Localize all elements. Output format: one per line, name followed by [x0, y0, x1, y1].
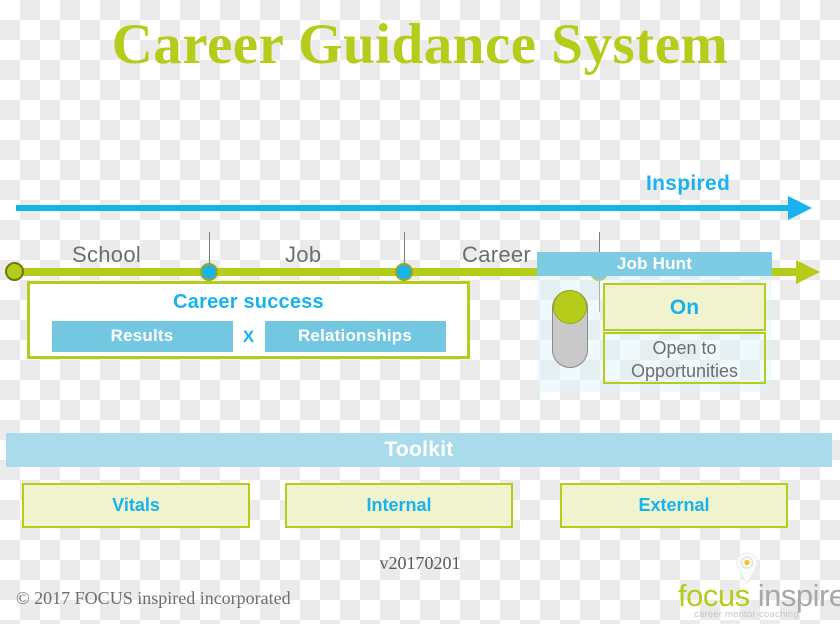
toolkit-box-external[interactable]: External: [560, 483, 788, 528]
timeline-label-job: Job: [285, 242, 322, 267]
job-hunt-panel: Job Hunt On Open to Opportunities: [537, 252, 772, 392]
toolkit-header: Toolkit: [6, 433, 832, 467]
slide-canvas: Career Guidance System School Job Career…: [0, 0, 840, 624]
inspired-axis: [16, 205, 794, 211]
career-success-formula: Results X Relationships: [30, 321, 467, 352]
toolkit-box-vitals[interactable]: Vitals: [22, 483, 250, 528]
toggle-knob[interactable]: [553, 290, 587, 324]
results-chip[interactable]: Results: [51, 321, 233, 352]
logo-word-focus: focus: [678, 578, 750, 613]
job-hunt-status-box[interactable]: Open to Opportunities: [603, 332, 766, 384]
career-success-panel: Career success Results X Relationships: [27, 281, 470, 359]
career-timeline: School Job Career: [0, 110, 840, 312]
multiply-operator: X: [242, 326, 255, 346]
job-hunt-header: Job Hunt: [537, 252, 772, 276]
job-hunt-state-box[interactable]: On: [603, 283, 766, 331]
logo-word-inspired: inspired: [757, 578, 840, 613]
career-success-title: Career success: [173, 291, 324, 313]
inspired-label: Inspired: [646, 172, 731, 195]
timeline-milestone-job[interactable]: [395, 263, 413, 281]
logo-tagline: career mentor-coaching: [694, 609, 799, 620]
relationships-chip[interactable]: Relationships: [264, 321, 446, 352]
page-title: Career Guidance System: [111, 13, 729, 76]
job-hunt-toggle[interactable]: [552, 290, 588, 368]
timeline-milestone-start[interactable]: [5, 262, 24, 281]
inspired-arrow-icon: [788, 196, 812, 220]
timeline-milestone-school[interactable]: [200, 263, 218, 281]
logo-wordmark: focus inspired: [678, 578, 840, 613]
copyright-notice: © 2017 FOCUS inspired incorporated: [16, 588, 291, 608]
timeline-label-school: School: [72, 242, 142, 267]
brand-logo: focus inspired career mentor-coaching: [678, 552, 840, 620]
timeline-arrow-icon: [796, 260, 820, 284]
toolkit-box-internal[interactable]: Internal: [285, 483, 513, 528]
timeline-label-career: Career: [462, 242, 532, 267]
